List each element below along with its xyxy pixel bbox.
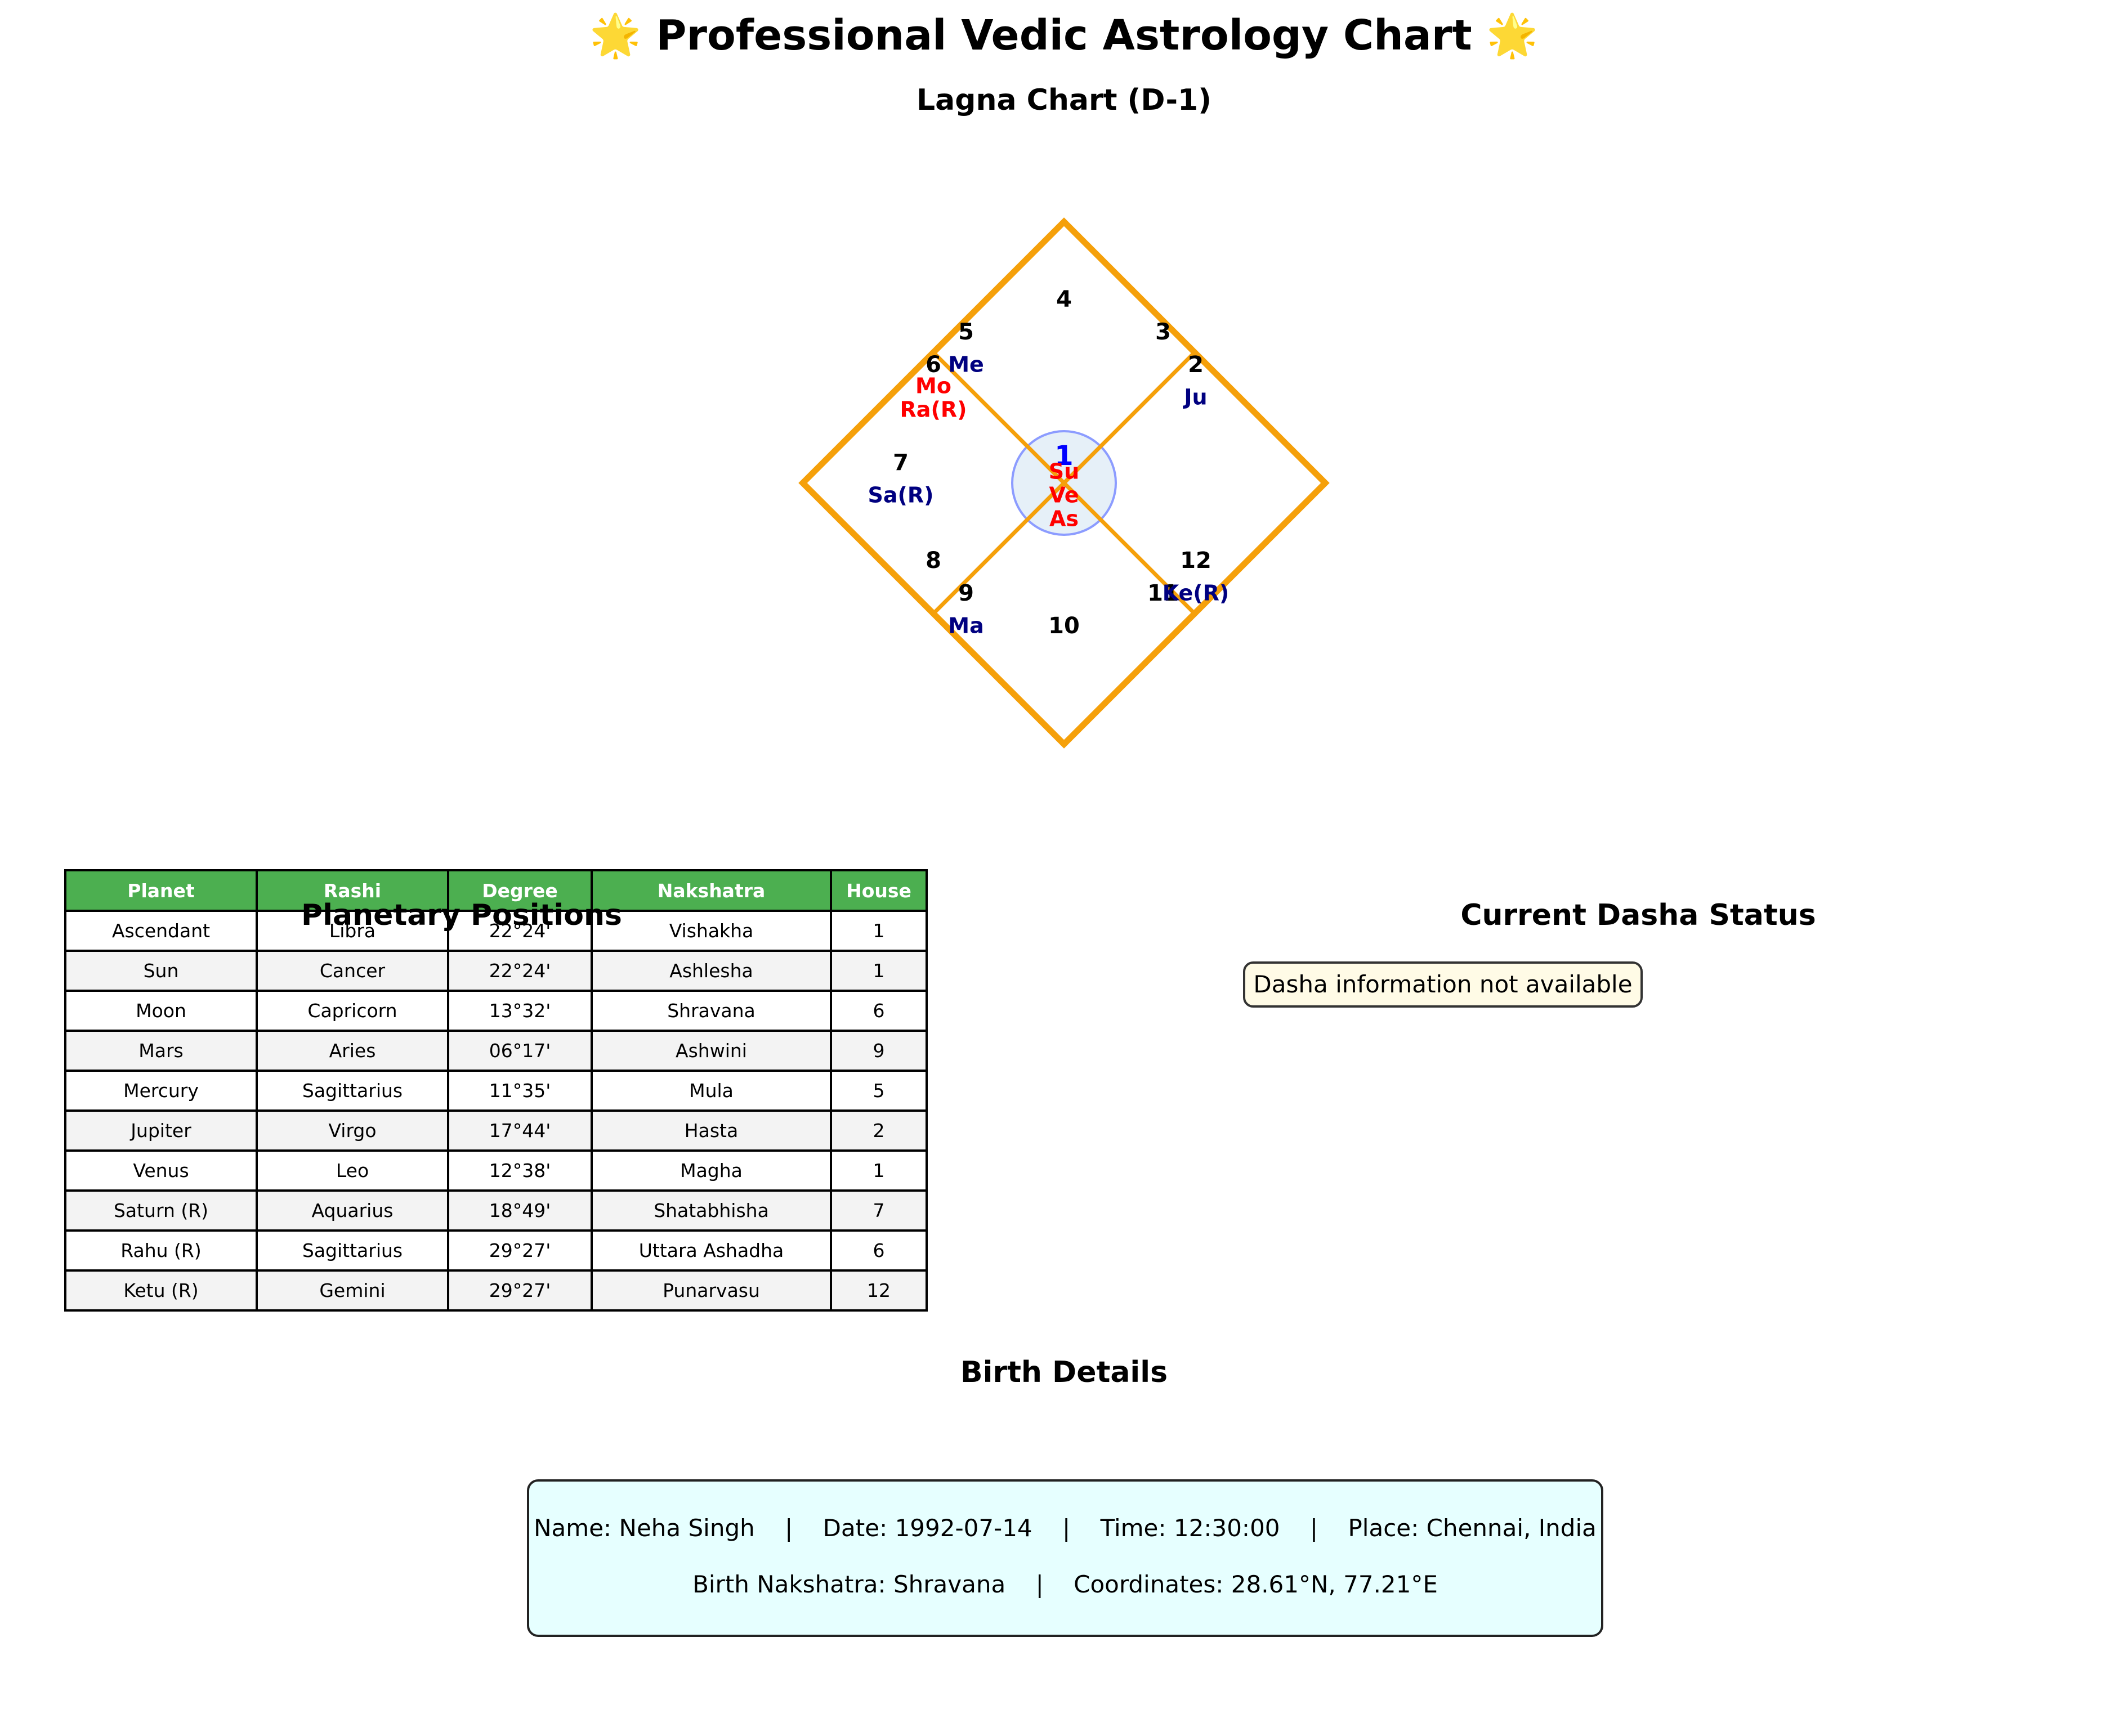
dasha-info-box: Dasha information not available — [1243, 961, 1643, 1008]
lagna-chart: 1SuVeAs2Ju345Me6MoRa(R)7Sa(R)89Ma 101112K… — [798, 217, 1330, 749]
cell-rashi: Sagittarius — [256, 1070, 449, 1112]
cell-degree: 18°49' — [447, 1189, 593, 1232]
cell-planet: Jupiter — [64, 1109, 258, 1152]
cell-nakshatra: Shatabhisha — [591, 1189, 832, 1232]
cell-nakshatra: Magha — [591, 1149, 832, 1192]
cell-house: 6 — [830, 990, 928, 1032]
planet-label-house-6: Mo — [915, 374, 951, 399]
birth-details-line-2: Birth Nakshatra: Shravana | Coordinates:… — [692, 1571, 1438, 1598]
table-row: Moon Capricorn 13°32' Shravana 6 — [64, 990, 928, 1032]
cell-degree: 29°27' — [447, 1269, 593, 1312]
planet-label-house-1: As — [1049, 507, 1079, 531]
cell-degree: 11°35' — [447, 1070, 593, 1112]
cell-house: 1 — [830, 950, 928, 992]
table-row: Ketu (R) Gemini 29°27' Punarvasu 12 — [64, 1269, 928, 1312]
table-row: Sun Cancer 22°24' Ashlesha 1 — [64, 950, 928, 992]
cell-house: 1 — [830, 1149, 928, 1192]
planet-label-house-1: Su — [1049, 459, 1079, 484]
cell-planet: Saturn (R) — [64, 1189, 258, 1232]
house-number-12: 12 — [1180, 548, 1211, 574]
cell-degree: 06°17' — [447, 1030, 593, 1072]
cell-nakshatra: Punarvasu — [591, 1269, 832, 1312]
cell-planet: Venus — [64, 1149, 258, 1192]
planet-label-house-9: Ma — [948, 614, 983, 638]
cell-rashi: Cancer — [256, 950, 449, 992]
cell-degree: 17°44' — [447, 1109, 593, 1152]
cell-planet: Moon — [64, 990, 258, 1032]
cell-house: 2 — [830, 1109, 928, 1152]
cell-planet: Rahu (R) — [64, 1229, 258, 1272]
dasha-message: Dasha information not available — [1253, 970, 1633, 998]
cell-nakshatra: Uttara Ashadha — [591, 1229, 832, 1272]
cell-nakshatra: Shravana — [591, 990, 832, 1032]
cell-rashi: Capricorn — [256, 990, 449, 1032]
cell-rashi: Gemini — [256, 1269, 449, 1312]
dasha-title: Current Dasha Status — [1460, 898, 1816, 932]
table-row: Venus Leo 12°38' Magha 1 — [64, 1149, 928, 1192]
cell-nakshatra: Ashlesha — [591, 950, 832, 992]
table-row: Jupiter Virgo 17°44' Hasta 2 — [64, 1109, 928, 1152]
planet-label-house-6: Ra(R) — [900, 397, 967, 422]
house-number-9: 9 — [958, 580, 974, 606]
house-number-3: 3 — [1155, 319, 1171, 345]
cell-planet: Ketu (R) — [64, 1269, 258, 1312]
cell-nakshatra: Mula — [591, 1070, 832, 1112]
cell-nakshatra: Ashwini — [591, 1030, 832, 1072]
house-number-2: 2 — [1188, 352, 1204, 378]
cell-planet: Mercury — [64, 1070, 258, 1112]
cell-degree: 29°27' — [447, 1229, 593, 1272]
cell-house: 12 — [830, 1269, 928, 1312]
birth-details-title: Birth Details — [960, 1355, 1168, 1389]
house-number-8: 8 — [926, 548, 941, 574]
table-row: Mars Aries 06°17' Ashwini 9 — [64, 1030, 928, 1072]
cell-house: 5 — [830, 1070, 928, 1112]
house-number-4: 4 — [1056, 287, 1072, 312]
cell-rashi: Aquarius — [256, 1189, 449, 1232]
cell-degree: 22°24' — [447, 950, 593, 992]
table-row: Saturn (R) Aquarius 18°49' Shatabhisha 7 — [64, 1189, 928, 1232]
cell-rashi: Aries — [256, 1030, 449, 1072]
cell-house: 6 — [830, 1229, 928, 1272]
planetary-positions-title: Planetary Positions — [301, 898, 622, 932]
house-number-5: 5 — [958, 319, 974, 345]
planet-label-house-2: Ju — [1182, 385, 1207, 410]
planet-label-house-7: Sa(R) — [868, 483, 933, 508]
table-row: Mercury Sagittarius 11°35' Mula 5 — [64, 1070, 928, 1112]
planetary-positions-table: Planet Rashi Degree Nakshatra House Asce… — [64, 869, 928, 1312]
cell-rashi: Virgo — [256, 1109, 449, 1152]
cell-house: 7 — [830, 1189, 928, 1232]
cell-degree: 13°32' — [447, 990, 593, 1032]
chart-labels: 1SuVeAs2Ju345Me6MoRa(R)7Sa(R)89Ma 101112K… — [868, 287, 1229, 639]
table-row: Rahu (R) Sagittarius 29°27' Uttara Ashadha 6 — [64, 1229, 928, 1272]
cell-planet: Sun — [64, 950, 258, 992]
cell-degree: 12°38' — [447, 1149, 593, 1192]
cell-rashi: Sagittarius — [256, 1229, 449, 1272]
cell-rashi: Leo — [256, 1149, 449, 1192]
planet-label-house-5: Me — [948, 352, 984, 377]
birth-details-line-1: Name: Neha Singh | Date: 1992-07-14 | Ti… — [534, 1514, 1597, 1542]
birth-details-box: Name: Neha Singh | Date: 1992-07-14 | Ti… — [527, 1479, 1603, 1637]
house-number-10: 10 — [1048, 613, 1080, 639]
cell-nakshatra: Hasta — [591, 1109, 832, 1152]
planet-label-house-12: Ke(R) — [1163, 581, 1230, 606]
planet-label-house-1: Ve — [1049, 483, 1079, 508]
house-number-7: 7 — [893, 450, 909, 476]
cell-planet: Mars — [64, 1030, 258, 1072]
cell-house: 9 — [830, 1030, 928, 1072]
